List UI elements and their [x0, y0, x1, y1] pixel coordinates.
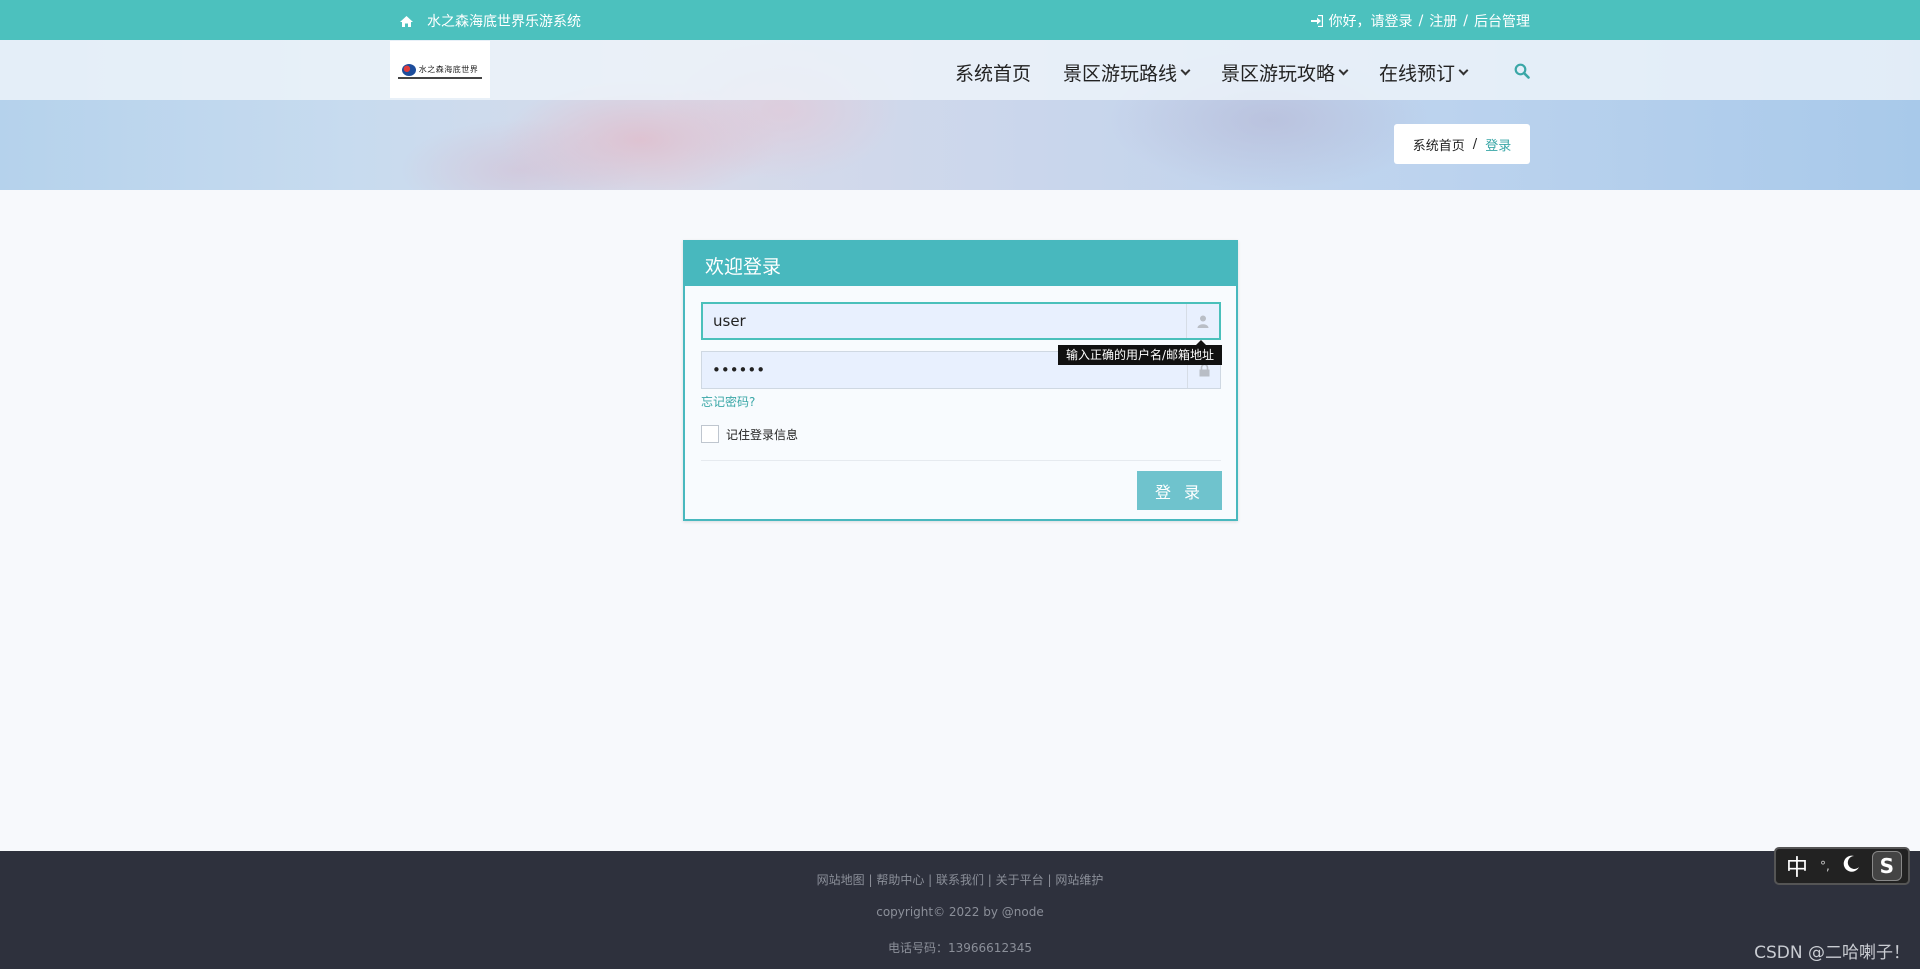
- home-icon[interactable]: [400, 15, 413, 27]
- main-nav: 水之森海底世界 系统首页 景区游玩路线 景区游玩攻略 在线预订: [0, 40, 1920, 100]
- footer-copyright: copyright© 2022 by @node: [876, 905, 1044, 919]
- remember-me[interactable]: 记住登录信息: [701, 425, 798, 443]
- nav-item-label: 景区游玩路线: [1063, 63, 1178, 85]
- fish-logo-icon: [401, 63, 416, 76]
- username-field[interactable]: [701, 302, 1221, 340]
- breadcrumb-current: 登录: [1485, 138, 1512, 154]
- nav-menu: 系统首页 景区游玩路线 景区游玩攻略 在线预订: [955, 59, 1499, 86]
- forgot-password-link[interactable]: 忘记密码?: [701, 393, 755, 410]
- ime-punctuation[interactable]: °,: [1820, 859, 1830, 873]
- nav-item-routes[interactable]: 景区游玩路线: [1063, 59, 1191, 86]
- nav-item-label: 系统首页: [955, 63, 1032, 85]
- search-icon[interactable]: [1514, 63, 1530, 83]
- breadcrumb: 系统首页 / 登录: [1394, 124, 1530, 164]
- site-brand: 水之森海底世界乐游系统: [400, 11, 581, 31]
- breadcrumb-home[interactable]: 系统首页: [1413, 135, 1465, 154]
- chevron-down-icon: [1338, 65, 1349, 75]
- nav-item-booking[interactable]: 在线预订: [1379, 59, 1469, 86]
- username-input[interactable]: [703, 304, 1186, 338]
- divider: [701, 460, 1221, 461]
- ime-toolbar[interactable]: 中 °, S: [1774, 847, 1910, 885]
- ime-mode[interactable]: 中: [1786, 850, 1808, 882]
- site-name: 水之森海底世界乐游系统: [427, 14, 581, 30]
- top-bar: 水之森海底世界乐游系统 你好，请登录 / 注册 / 后台管理: [0, 0, 1920, 40]
- login-link[interactable]: 你好，请登录: [1329, 11, 1413, 31]
- breadcrumb-separator: /: [1472, 136, 1478, 152]
- footer-links[interactable]: 网站地图 | 帮助中心 | 联系我们 | 关于平台 | 网站维护: [0, 871, 1920, 888]
- watermark: CSDN @二哈喇子！: [1754, 943, 1910, 963]
- nav-item-label: 在线预订: [1379, 63, 1456, 85]
- ime-logo-icon[interactable]: S: [1871, 851, 1902, 881]
- login-panel: 欢迎登录 输入正确的用户名/邮箱地址 忘记密码? 记住登录信息 登 录: [683, 240, 1238, 521]
- remember-checkbox[interactable]: [701, 425, 719, 443]
- chevron-down-icon: [1180, 65, 1191, 75]
- logo-text: 水之森海底世界: [418, 65, 479, 74]
- logo-underline: [398, 77, 482, 79]
- nav-item-guides[interactable]: 景区游玩攻略: [1221, 59, 1349, 86]
- separator: /: [1463, 13, 1468, 29]
- nav-item-label: 景区游玩攻略: [1221, 63, 1336, 85]
- panel-title: 欢迎登录: [685, 242, 1236, 286]
- footer-phone: 电话号码：13966612345: [888, 941, 1032, 955]
- user-icon: [1186, 304, 1219, 338]
- footer: 网站地图 | 帮助中心 | 联系我们 | 关于平台 | 网站维护 copyrig…: [0, 851, 1920, 969]
- remember-label: 记住登录信息: [726, 427, 799, 442]
- admin-link[interactable]: 后台管理: [1474, 11, 1530, 31]
- site-logo[interactable]: 水之森海底世界: [390, 41, 490, 98]
- register-link[interactable]: 注册: [1429, 11, 1457, 31]
- moon-icon[interactable]: [1842, 855, 1860, 877]
- login-button[interactable]: 登 录: [1137, 471, 1222, 510]
- separator: /: [1418, 13, 1424, 29]
- username-tooltip: 输入正确的用户名/邮箱地址: [1058, 340, 1223, 365]
- chevron-down-icon: [1458, 65, 1469, 75]
- user-links: 你好，请登录 / 注册 / 后台管理: [1310, 11, 1530, 31]
- nav-item-home[interactable]: 系统首页: [955, 59, 1031, 86]
- sign-in-icon: [1310, 15, 1323, 27]
